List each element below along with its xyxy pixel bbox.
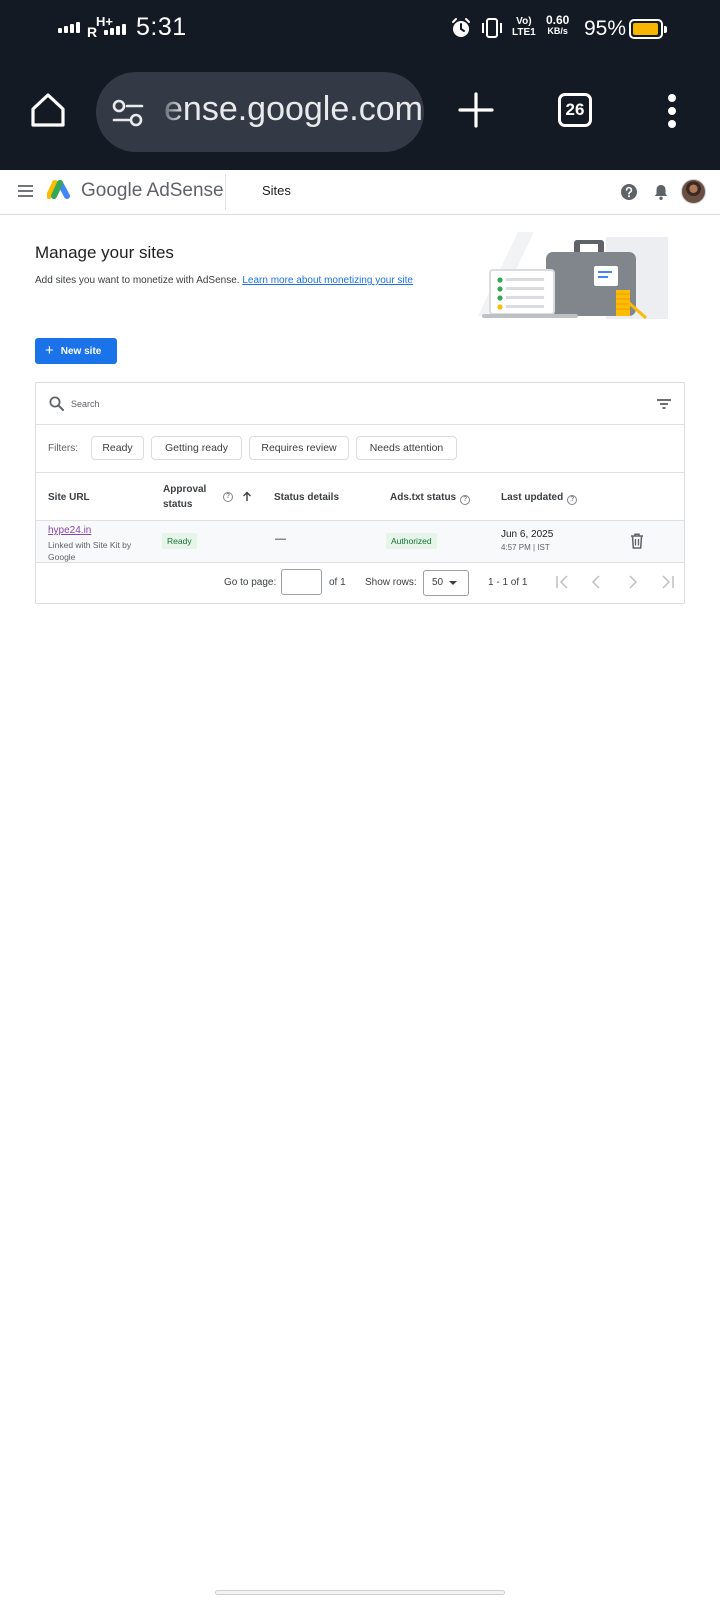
- gesture-bar[interactable]: [215, 1590, 505, 1595]
- notifications-icon[interactable]: [653, 183, 669, 201]
- volte-indicator: Vo) LTE1: [512, 16, 536, 38]
- account-avatar[interactable]: [681, 179, 706, 204]
- chevron-down-icon: [449, 581, 457, 585]
- filter-chip-getting-ready[interactable]: Getting ready: [151, 436, 242, 460]
- url-bar[interactable]: ense.google.com: [96, 72, 424, 152]
- network-speed: 0.60 KB/s: [546, 13, 570, 36]
- plus-icon: +: [45, 342, 54, 359]
- filter-chip-requires-review[interactable]: Requires review: [249, 436, 349, 460]
- column-last-updated[interactable]: Last updated?: [501, 490, 578, 505]
- clock: 5:31: [136, 13, 187, 41]
- overflow-menu-icon[interactable]: [668, 94, 676, 128]
- status-details-value: —: [275, 533, 286, 545]
- column-site-url[interactable]: Site URL: [48, 490, 90, 505]
- filter-chip-ready[interactable]: Ready: [91, 436, 144, 460]
- learn-more-link[interactable]: Learn more about monetizing your site: [242, 275, 413, 286]
- approval-status-help-icon[interactable]: ?: [223, 492, 233, 502]
- vibrate-icon: [482, 18, 502, 38]
- search-input[interactable]: [71, 395, 631, 413]
- filters-row: Filters: Ready Getting ready Requires re…: [36, 425, 684, 473]
- header-divider: [225, 174, 226, 210]
- home-icon[interactable]: [28, 90, 68, 130]
- sites-illustration: [478, 232, 668, 320]
- site-link-note: Linked with Site Kit by Google: [48, 540, 132, 562]
- pagination: Go to page: of 1 Show rows: 50 1 - 1 of …: [36, 563, 684, 603]
- signal-strength-2-icon: [104, 24, 126, 35]
- filter-chip-needs-attention[interactable]: Needs attention: [356, 436, 457, 460]
- sort-ascending-icon[interactable]: [242, 491, 252, 502]
- table-row: hype24.in Linked with Site Kit by Google…: [36, 521, 684, 563]
- signal-strength-icon: [58, 22, 80, 33]
- last-updated-help-icon: ?: [567, 495, 578, 505]
- section-title: Sites: [262, 183, 291, 198]
- ads-txt-status-badge: Authorized: [386, 533, 437, 549]
- filters-label: Filters:: [48, 443, 78, 454]
- site-settings-icon[interactable]: [112, 98, 144, 128]
- search-icon: [49, 396, 64, 411]
- battery-percent: 95%: [584, 17, 627, 40]
- site-url-link[interactable]: hype24.in: [48, 525, 91, 536]
- table-header: Site URL Approval status ? Status detail…: [36, 473, 684, 521]
- next-page-icon[interactable]: [624, 575, 640, 589]
- previous-page-icon[interactable]: [589, 575, 605, 589]
- column-approval-status[interactable]: Approval status: [163, 482, 206, 512]
- page-count: of 1: [329, 577, 346, 588]
- browser-chrome: R H+ 5:31 Vo) LTE1 0.60 KB/s 95% ense.go…: [0, 0, 720, 170]
- go-to-page-input[interactable]: [281, 569, 322, 595]
- url-fade: [156, 72, 184, 152]
- column-ads-txt-status[interactable]: Ads.txt status?: [390, 490, 471, 505]
- approval-status-badge: Ready: [162, 533, 197, 549]
- adsense-logo-icon[interactable]: [47, 179, 73, 203]
- hamburger-menu-icon[interactable]: [18, 185, 33, 197]
- column-status-details[interactable]: Status details: [274, 490, 339, 505]
- new-site-button[interactable]: + New site: [35, 338, 117, 364]
- adsense-header: Google AdSense Sites: [0, 170, 720, 215]
- brand-name[interactable]: Google AdSense: [81, 180, 224, 202]
- last-page-icon[interactable]: [659, 575, 675, 589]
- go-to-page-label: Go to page:: [224, 577, 277, 588]
- show-rows-label: Show rows:: [365, 577, 417, 588]
- last-updated-time: 4:57 PM | IST: [501, 543, 550, 552]
- browser-toolbar: ense.google.com 26: [0, 56, 720, 170]
- page-description: Add sites you want to monetize with AdSe…: [35, 275, 413, 286]
- alarm-icon: [452, 18, 470, 37]
- rows-per-page-select[interactable]: 50: [423, 570, 469, 596]
- tab-switcher-button[interactable]: 26: [558, 93, 592, 127]
- new-tab-icon[interactable]: [456, 90, 496, 130]
- battery-icon: [629, 19, 667, 39]
- sites-table-card: Filters: Ready Getting ready Requires re…: [35, 382, 685, 604]
- page-title: Manage your sites: [35, 243, 174, 262]
- first-page-icon[interactable]: [555, 575, 571, 589]
- search-row: [36, 383, 684, 425]
- delete-icon[interactable]: [630, 533, 644, 549]
- help-icon[interactable]: [620, 183, 638, 201]
- status-bar: R H+ 5:31 Vo) LTE1 0.60 KB/s 95%: [0, 0, 720, 56]
- ads-txt-help-icon: ?: [460, 495, 471, 505]
- last-updated-date: Jun 6, 2025: [501, 529, 554, 540]
- filter-icon[interactable]: [657, 399, 671, 409]
- url-text[interactable]: ense.google.com: [164, 90, 423, 129]
- row-range: 1 - 1 of 1: [488, 577, 528, 588]
